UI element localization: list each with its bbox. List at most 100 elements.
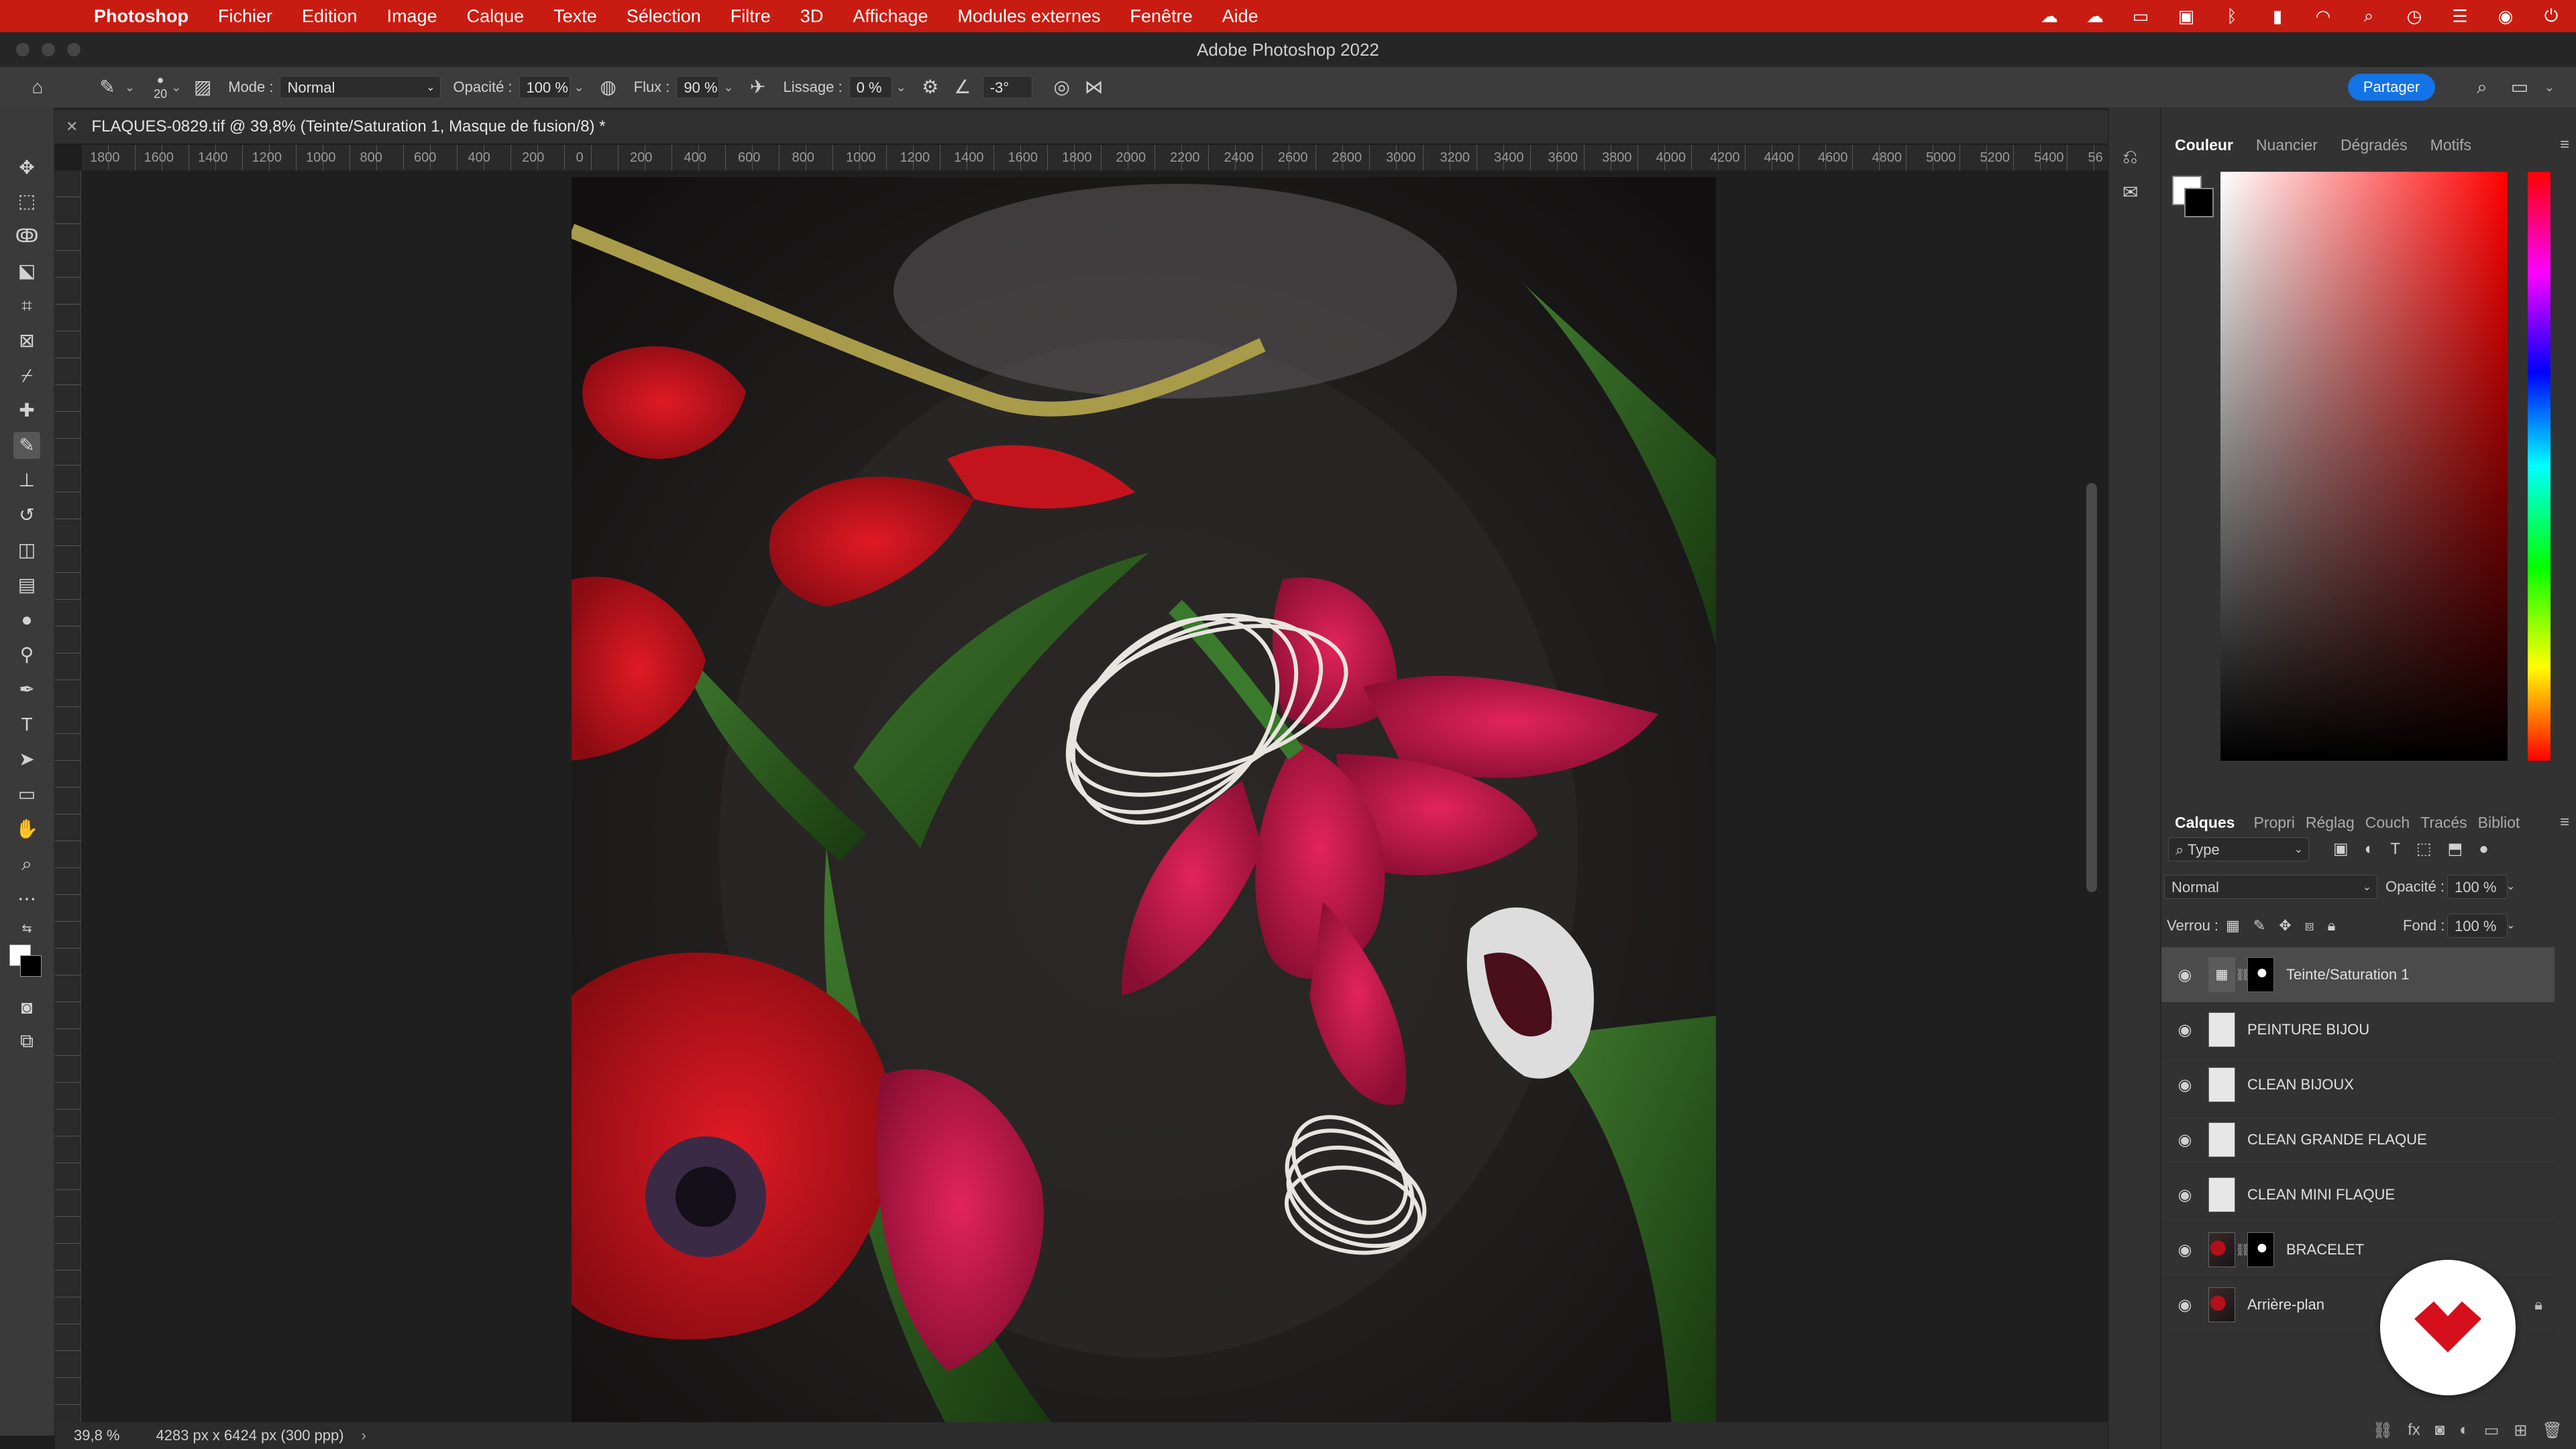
menu-calque[interactable]: Calque	[467, 6, 525, 27]
cloud-sync-icon[interactable]: ☁	[2084, 6, 2106, 27]
vertical-ruler[interactable]	[55, 170, 81, 1429]
zoom-tool-icon[interactable]: ⌕	[13, 851, 40, 877]
dodge-tool-icon[interactable]: ⚲	[13, 641, 40, 668]
move-tool-icon[interactable]: ✥	[13, 154, 40, 181]
eraser-tool-icon[interactable]: ◫	[13, 537, 40, 564]
swap-colors-icon[interactable]: ⇆	[13, 915, 40, 942]
visibility-eye-icon[interactable]: ◉	[2176, 1020, 2194, 1040]
power-icon[interactable]: ⏻	[2540, 5, 2563, 27]
tab-couleur[interactable]: Couleur	[2175, 136, 2233, 154]
smoothing-settings-gear-icon[interactable]: ⚙	[917, 74, 944, 101]
lock-position-icon[interactable]: ✥	[2279, 914, 2291, 938]
layer-row-teinte-saturation[interactable]: ◉ ▦ ⛓ Teinte/Saturation 1	[2161, 947, 2555, 1003]
filter-smart-objects-icon[interactable]: ⬒	[2448, 837, 2463, 861]
blur-tool-icon[interactable]: ●	[13, 606, 40, 633]
new-group-icon[interactable]: ▭	[2484, 1421, 2500, 1440]
workspace-icon[interactable]: ▭	[2506, 74, 2533, 101]
window-minimize-icon[interactable]	[42, 43, 55, 56]
tab-couches[interactable]: Couch	[2365, 814, 2410, 832]
fill-chevron-icon[interactable]: ⌄	[2506, 914, 2515, 938]
history-panel-icon[interactable]: ⎌	[2123, 146, 2137, 168]
menu-texte[interactable]: Texte	[553, 6, 597, 27]
link-layers-icon[interactable]: ⛓	[2373, 1421, 2393, 1440]
pressure-size-icon[interactable]: ◎	[1049, 74, 1075, 101]
tab-degrades[interactable]: Dégradés	[2341, 136, 2408, 154]
menu-app-photoshop[interactable]: Photoshop	[94, 6, 189, 27]
layer-mask-thumbnail[interactable]	[2247, 1232, 2274, 1267]
brush-preset-chevron-icon[interactable]: ⌄	[171, 80, 181, 95]
new-layer-icon[interactable]: ⊞	[2514, 1421, 2527, 1440]
menu-affichage[interactable]: Affichage	[853, 6, 928, 27]
search-icon[interactable]: ⌕	[2469, 74, 2496, 101]
layer-style-fx-icon[interactable]: fx	[2408, 1421, 2420, 1440]
pen-tool-icon[interactable]: ✒	[13, 676, 40, 703]
layers-panel-menu-icon[interactable]: ≡	[2560, 813, 2569, 832]
lock-transparent-pixels-icon[interactable]: ▦	[2226, 914, 2240, 938]
creative-cloud-icon[interactable]: ☁	[2038, 6, 2061, 27]
layer-row-clean-mini-flaque[interactable]: ◉ CLEAN MINI FLAQUE	[2161, 1167, 2555, 1223]
lasso-tool-icon[interactable]: ↂ	[13, 223, 40, 250]
filter-pixel-layers-icon[interactable]: ▣	[2333, 837, 2349, 861]
type-tool-icon[interactable]: T	[13, 711, 40, 738]
window-zoom-icon[interactable]	[67, 43, 80, 56]
hand-tool-icon[interactable]: ✋	[13, 816, 40, 843]
wifi-icon[interactable]: ◠	[2312, 6, 2334, 27]
brush-angle-field[interactable]: -3°	[982, 76, 1032, 99]
visibility-eye-icon[interactable]: ◉	[2176, 965, 2194, 985]
workspace-chevron-icon[interactable]: ⌄	[2544, 80, 2555, 95]
tool-preset-chevron-icon[interactable]: ⌄	[125, 80, 135, 95]
brush-tool-icon[interactable]: ✎	[94, 74, 121, 101]
menu-selection[interactable]: Sélection	[627, 6, 701, 27]
pressure-opacity-icon[interactable]: ◍	[595, 74, 622, 101]
edit-toolbar-icon[interactable]: ⋯	[13, 885, 40, 912]
tab-traces[interactable]: Tracés	[2420, 814, 2467, 832]
home-icon[interactable]: ⌂	[24, 74, 51, 101]
display-icon[interactable]: ▭	[2129, 6, 2152, 27]
lock-artboard-icon[interactable]: ⧈	[2305, 914, 2314, 938]
lock-all-icon[interactable]: 🔒︎	[2328, 914, 2336, 938]
menu-image[interactable]: Image	[387, 6, 437, 27]
new-adjustment-layer-icon[interactable]: ◐	[2459, 1421, 2469, 1440]
layer-opacity-field[interactable]: 100 %	[2447, 875, 2508, 899]
brush-settings-panel-icon[interactable]: ▨	[189, 74, 216, 101]
background-color-swatch[interactable]	[20, 955, 42, 977]
add-mask-icon[interactable]: ◙	[2435, 1421, 2445, 1440]
gradient-tool-icon[interactable]: ▤	[13, 572, 40, 598]
frame-tool-icon[interactable]: ⊠	[13, 327, 40, 354]
spotlight-search-icon[interactable]: ⌕	[2357, 5, 2380, 27]
spot-healing-brush-tool-icon[interactable]: ✚	[13, 397, 40, 424]
visibility-eye-icon[interactable]: ◉	[2176, 1240, 2194, 1260]
close-document-icon[interactable]: ✕	[66, 118, 78, 136]
background-color-swatch-panel[interactable]	[2184, 188, 2214, 217]
status-menu-arrow-icon[interactable]: ›	[362, 1427, 366, 1444]
menu-modules-externes[interactable]: Modules externes	[957, 6, 1100, 27]
clone-stamp-tool-icon[interactable]: ⊥	[13, 467, 40, 494]
history-brush-tool-icon[interactable]: ↺	[13, 502, 40, 529]
layer-lock-icon[interactable]: 🔒︎	[2534, 1296, 2542, 1313]
rectangular-marquee-tool-icon[interactable]: ⬚	[13, 188, 40, 215]
siri-icon[interactable]: ◉	[2494, 6, 2517, 27]
object-selection-tool-icon[interactable]: ⬕	[13, 258, 40, 284]
menu-filtre[interactable]: Filtre	[731, 6, 771, 27]
color-picker-field[interactable]	[2220, 172, 2508, 761]
rectangle-tool-icon[interactable]: ▭	[13, 781, 40, 808]
share-button[interactable]: Partager	[2348, 74, 2435, 101]
menu-fenetre[interactable]: Fenêtre	[1130, 6, 1193, 27]
visibility-eye-icon[interactable]: ◉	[2176, 1075, 2194, 1095]
layer-row-clean-bijoux[interactable]: ◉ CLEAN BIJOUX	[2161, 1057, 2555, 1113]
visibility-eye-icon[interactable]: ◉	[2176, 1185, 2194, 1205]
window-close-icon[interactable]	[16, 43, 30, 56]
document-image[interactable]	[572, 177, 1716, 1426]
visibility-eye-icon[interactable]: ◉	[2176, 1130, 2194, 1150]
smoothing-field[interactable]: 0 %	[849, 76, 892, 99]
crop-tool-icon[interactable]: ⌗	[13, 292, 40, 319]
menu-edition[interactable]: Edition	[302, 6, 358, 27]
filter-shape-layers-icon[interactable]: ⬚	[2416, 837, 2432, 861]
brush-tool-icon[interactable]: ✎	[13, 432, 40, 459]
quick-mask-icon[interactable]: ◙	[13, 994, 40, 1021]
flow-field[interactable]: 90 %	[676, 76, 720, 99]
layer-mask-thumbnail[interactable]	[2247, 957, 2274, 992]
menu-3d[interactable]: 3D	[800, 6, 824, 27]
opacity-chevron-icon[interactable]: ⌄	[574, 80, 584, 95]
battery-icon[interactable]: ▮	[2266, 6, 2289, 27]
